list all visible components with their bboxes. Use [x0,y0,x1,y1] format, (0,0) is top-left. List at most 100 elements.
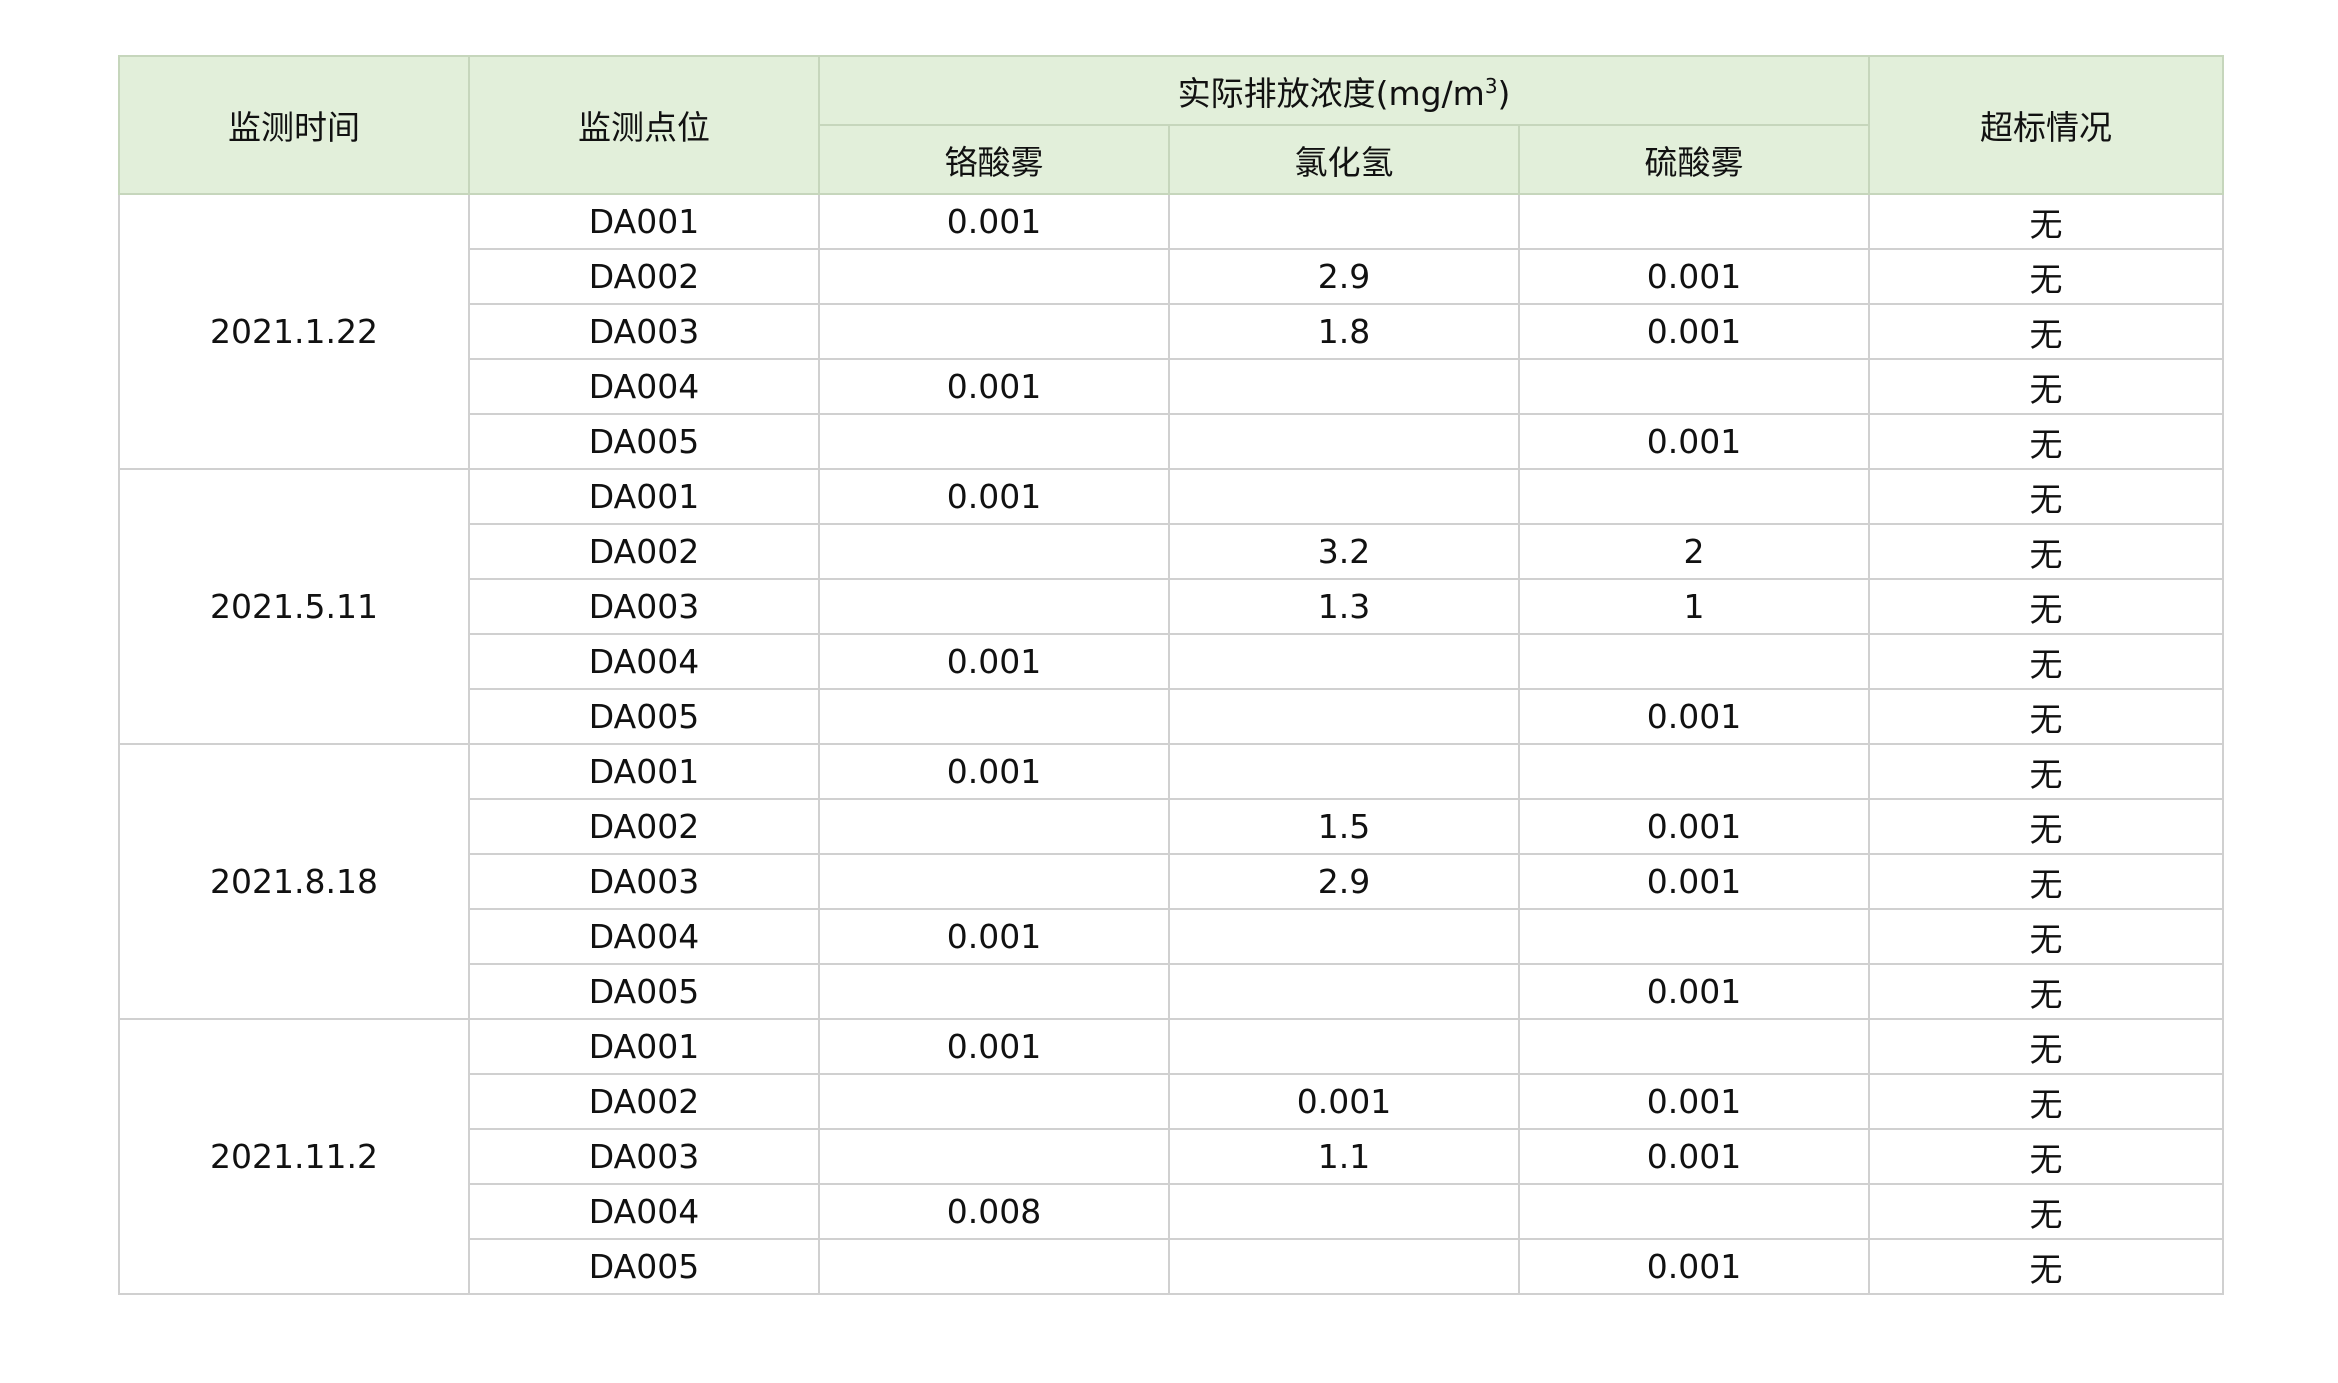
sulfuric-acid-value-cell [1517,468,1871,525]
chromic-acid-value-cell: 0.001 [818,1018,1170,1075]
exceed-status-cell: 无 [1868,358,2225,415]
chromic-acid-value-cell: 0.001 [818,633,1170,690]
monitor-point-cell: DA004 [468,1183,820,1240]
hydrogen-chloride-value-cell [1168,1238,1520,1295]
sulfuric-acid-value-cell: 0.001 [1517,688,1871,745]
exceed-status-cell: 无 [1868,853,2225,910]
header-row-top: 监测时间 监测点位 实际排放浓度(mg/m3) 超标情况 [118,55,2225,195]
hydrogen-chloride-value-cell [1168,193,1520,250]
hydrogen-chloride-value-cell [1168,743,1520,800]
header-monitor-point: 监测点位 [468,55,820,195]
hydrogen-chloride-value-cell [1168,633,1520,690]
chromic-acid-value-cell [818,523,1170,580]
sulfuric-acid-value-cell [1517,908,1871,965]
hydrogen-chloride-value-cell: 1.8 [1168,303,1520,360]
exceed-status-cell: 无 [1868,248,2225,305]
chromic-acid-value-cell [818,413,1170,470]
sulfuric-acid-value-cell: 2 [1517,523,1871,580]
monitor-point-cell: DA004 [468,633,820,690]
exceed-status-cell: 无 [1868,633,2225,690]
chromic-acid-value-cell [818,1238,1170,1295]
monitor-point-cell: DA005 [468,963,820,1020]
sulfuric-acid-value-cell: 0.001 [1517,963,1871,1020]
chromic-acid-value-cell: 0.001 [818,358,1170,415]
hydrogen-chloride-value-cell: 3.2 [1168,523,1520,580]
exceed-status-cell: 无 [1868,963,2225,1020]
sulfuric-acid-value-cell: 0.001 [1517,1073,1871,1130]
header-monitor-time: 监测时间 [118,55,470,195]
monitor-point-cell: DA003 [468,853,820,910]
table-row: 2021.11.2 DA001 0.001 无 [118,1018,2225,1295]
chromic-acid-value-cell: 0.001 [818,193,1170,250]
chromic-acid-value-cell [818,798,1170,855]
table-row: 2021.1.22 DA001 0.001 无 [118,193,2225,470]
chromic-acid-value-cell [818,1073,1170,1130]
header-emission-title: 实际排放浓度(mg/m [1177,73,1485,113]
sulfuric-acid-value-cell: 0.001 [1517,1238,1871,1295]
exceed-status-cell: 无 [1868,1073,2225,1130]
hydrogen-chloride-value-cell: 2.9 [1168,853,1520,910]
monitor-point-cell: DA003 [468,303,820,360]
hydrogen-chloride-value-cell [1168,963,1520,1020]
header-chromic-acid-mist: 铬酸雾 [818,124,1170,195]
header-hydrogen-chloride: 氯化氢 [1168,124,1520,195]
header-unit-exponent: 3 [1484,73,1498,98]
hydrogen-chloride-value-cell [1168,908,1520,965]
monitor-date-cell: 2021.5.11 [118,468,470,745]
chromic-acid-value-cell: 0.001 [818,743,1170,800]
hydrogen-chloride-value-cell: 1.1 [1168,1128,1520,1185]
chromic-acid-value-cell [818,1128,1170,1185]
exceed-status-cell: 无 [1868,743,2225,800]
sulfuric-acid-value-cell: 0.001 [1517,853,1871,910]
exceed-status-cell: 无 [1868,523,2225,580]
exceed-status-cell: 无 [1868,1128,2225,1185]
monitor-point-cell: DA001 [468,1018,820,1075]
chromic-acid-value-cell [818,963,1170,1020]
header-sulfuric-acid-mist: 硫酸雾 [1517,124,1871,195]
chromic-acid-value-cell [818,578,1170,635]
monitor-point-cell: DA004 [468,358,820,415]
exceed-status-cell: 无 [1868,1183,2225,1240]
table-body: 2021.1.22 DA001 0.001 无 DA002 2.9 0.001 无 DA003 1… [118,193,2225,1295]
exceed-status-cell: 无 [1868,303,2225,360]
monitor-point-cell: DA001 [468,193,820,250]
sulfuric-acid-value-cell [1517,1183,1871,1240]
sulfuric-acid-value-cell [1517,1018,1871,1075]
exceed-status-cell: 无 [1868,908,2225,965]
monitor-point-cell: DA004 [468,908,820,965]
exceed-status-cell: 无 [1868,1018,2225,1075]
hydrogen-chloride-value-cell: 2.9 [1168,248,1520,305]
table-row: 2021.5.11 DA001 0.001 无 [118,468,2225,745]
sulfuric-acid-value-cell: 0.001 [1517,248,1871,305]
hydrogen-chloride-value-cell [1168,1183,1520,1240]
header-exceed-status: 超标情况 [1868,55,2225,195]
hydrogen-chloride-value-cell: 1.3 [1168,578,1520,635]
header-emission-close: ) [1497,73,1511,113]
chromic-acid-value-cell [818,853,1170,910]
hydrogen-chloride-value-cell [1168,688,1520,745]
hydrogen-chloride-value-cell [1168,358,1520,415]
monitor-point-cell: DA002 [468,798,820,855]
hydrogen-chloride-value-cell: 1.5 [1168,798,1520,855]
monitor-point-cell: DA002 [468,1073,820,1130]
monitor-point-cell: DA002 [468,523,820,580]
monitor-point-cell: DA001 [468,743,820,800]
sulfuric-acid-value-cell: 0.001 [1517,303,1871,360]
monitor-point-cell: DA003 [468,1128,820,1185]
monitor-date-cell: 2021.11.2 [118,1018,470,1295]
chromic-acid-value-cell: 0.001 [818,468,1170,525]
exceed-status-cell: 无 [1868,413,2225,470]
monitor-point-cell: DA005 [468,688,820,745]
sulfuric-acid-value-cell [1517,358,1871,415]
monitor-point-cell: DA002 [468,248,820,305]
sulfuric-acid-value-cell [1517,633,1871,690]
header-emission-concentration: 实际排放浓度(mg/m3) [817,55,1871,126]
chromic-acid-value-cell [818,248,1170,305]
chromic-acid-value-cell: 0.001 [818,908,1170,965]
hydrogen-chloride-value-cell [1168,1018,1520,1075]
exceed-status-cell: 无 [1868,468,2225,525]
chromic-acid-value-cell [818,303,1170,360]
hydrogen-chloride-value-cell [1168,413,1520,470]
exceed-status-cell: 无 [1868,1238,2225,1295]
sulfuric-acid-value-cell [1517,193,1871,250]
